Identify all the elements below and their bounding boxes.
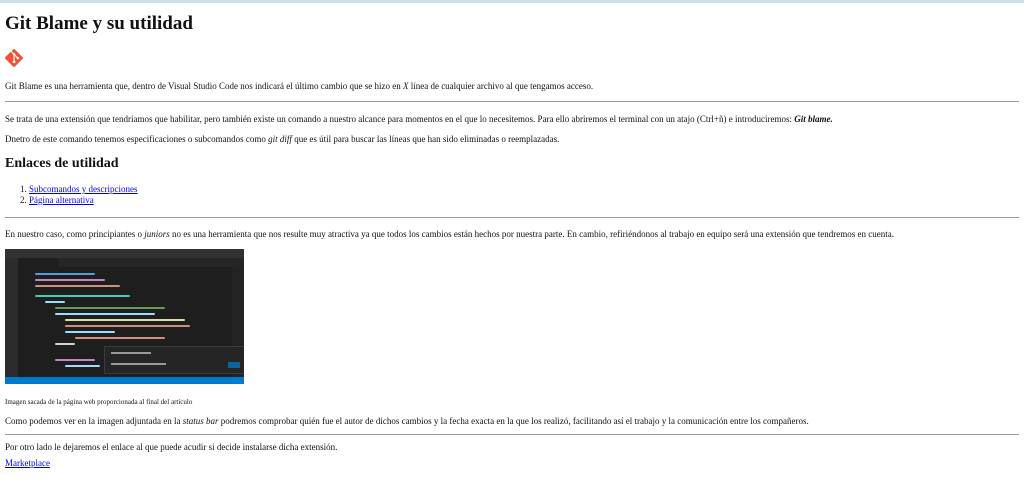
popup-text-line [111, 352, 151, 354]
subcommands-text: Dnetro de este comando tenemos especific… [5, 134, 269, 144]
list-item: Página alternativa [29, 195, 137, 206]
links-list: Subcomandos y descripciones Página alter… [5, 184, 137, 206]
intro-text: Git Blame es una herramienta que, dentro… [5, 81, 403, 91]
page-title: Git Blame y su utilidad [5, 13, 193, 34]
marketplace-link[interactable]: Marketplace [5, 458, 50, 468]
juniors-emphasis: juniors [144, 229, 170, 239]
status-text-end: podremos comprobar quién fue el autor de… [218, 416, 809, 426]
link-subcomandos[interactable]: Subcomandos y descripciones [29, 184, 137, 194]
status-text: Como podemos ver en la imagen adjuntada … [5, 416, 183, 426]
closing-paragraph: Por otro lado le dejaremos el enlace al … [5, 442, 338, 452]
links-heading: Enlaces de utilidad [5, 156, 119, 171]
vscode-menubar [5, 249, 244, 258]
usage-text: En nuestro caso, como principiantes o [5, 229, 145, 239]
intro-text-end: línea de cualquier archivo al que tengam… [408, 81, 594, 91]
code-line [35, 285, 120, 287]
code-line [55, 307, 165, 309]
code-line [55, 359, 95, 361]
code-line [65, 319, 185, 321]
code-line [65, 325, 190, 327]
git-logo-icon [5, 49, 23, 67]
code-line [35, 295, 130, 297]
popup-button [228, 362, 240, 368]
usage-paragraph: En nuestro caso, como principiantes o ju… [5, 229, 894, 239]
marketplace-line: Marketplace [5, 458, 50, 468]
code-line [65, 365, 100, 367]
divider [5, 434, 1019, 435]
code-line [75, 337, 165, 339]
code-line [65, 331, 115, 333]
vscode-status-bar [5, 377, 244, 384]
vscode-screenshot [5, 249, 244, 384]
link-pagina-alternativa[interactable]: Página alternativa [29, 195, 94, 205]
status-bar-emphasis: status bar [182, 416, 219, 426]
extension-text: Se trata de una extensión que tendríamos… [5, 114, 795, 124]
popup-text-line [111, 363, 166, 365]
subcommands-text-end: que es útil para buscar las líneas que h… [291, 134, 560, 144]
intro-paragraph: Git Blame es una herramienta que, dentro… [5, 81, 593, 91]
code-line [35, 279, 105, 281]
vscode-activity-bar [5, 258, 18, 377]
extension-paragraph: Se trata de una extensión que tendríamos… [5, 114, 833, 124]
status-bar-paragraph: Como podemos ver en la imagen adjuntada … [5, 416, 809, 426]
subcommands-paragraph: Dnetro de este comando tenemos especific… [5, 134, 559, 144]
vscode-tab [18, 258, 58, 267]
git-diff-command: git diff [268, 134, 292, 144]
code-line [35, 273, 95, 275]
divider [5, 101, 1019, 102]
usage-text-end: no es una herramienta que nos resulte mu… [169, 229, 894, 239]
image-caption: Imagen sacada de la página web proporcio… [5, 398, 193, 406]
vscode-notification-popup [104, 346, 244, 374]
divider [5, 217, 1019, 218]
list-item: Subcomandos y descripciones [29, 184, 137, 195]
top-border-line [0, 0, 1024, 3]
code-line [55, 343, 75, 345]
code-line [55, 313, 155, 315]
git-blame-command: Git blame. [794, 114, 833, 124]
code-line [45, 301, 65, 303]
